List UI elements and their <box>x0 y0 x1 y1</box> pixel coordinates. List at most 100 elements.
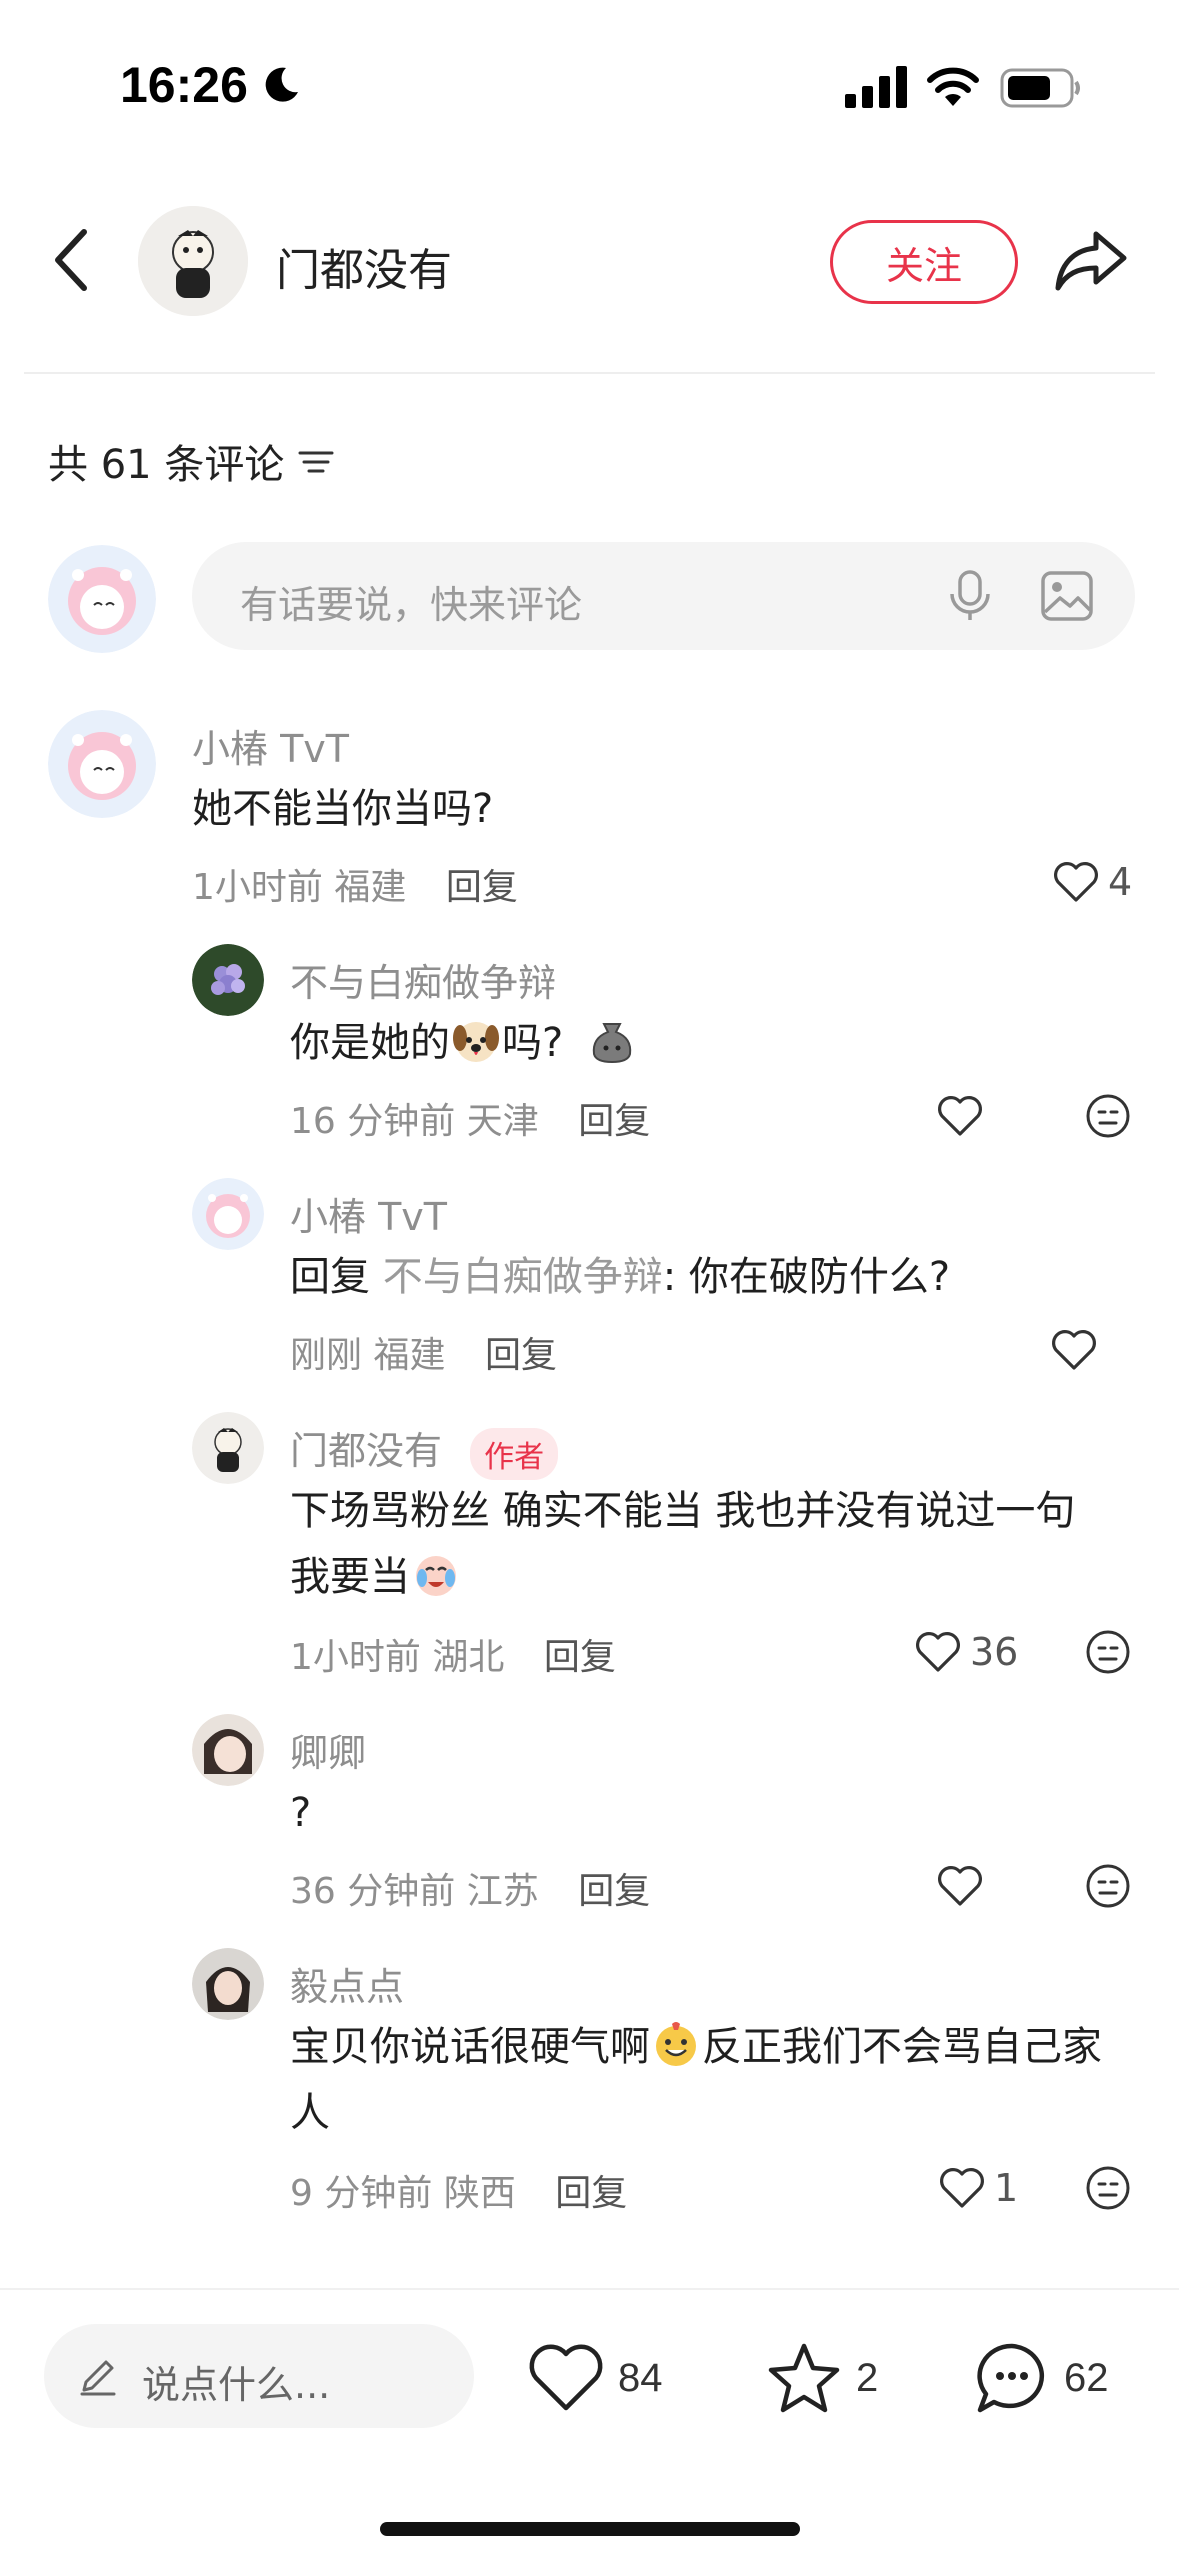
status-bar: 16:26 <box>0 0 1179 150</box>
comment-time: 9 分钟前 <box>290 2173 433 2214</box>
commenter-name[interactable]: 门都没有 <box>290 1429 442 1473</box>
like-button[interactable] <box>936 1856 984 1916</box>
commenter-avatar[interactable] <box>48 710 156 818</box>
comment-text: 你是她的 吗? <box>290 1010 638 1076</box>
post-comment-button[interactable]: 62 <box>972 2330 1109 2426</box>
like-count: 1 <box>994 2166 1019 2210</box>
post-favorite-count: 2 <box>856 2355 879 2400</box>
avatar-image <box>192 1412 264 1484</box>
comment-time: 1小时前 <box>290 1637 421 1678</box>
mic-icon[interactable] <box>944 568 996 624</box>
post-like-count: 84 <box>618 2355 663 2400</box>
like-button[interactable] <box>936 1086 984 1146</box>
comment-time: 36 分钟前 <box>290 1871 456 1912</box>
commenter-avatar[interactable] <box>192 1714 264 1786</box>
dislike-icon[interactable] <box>1084 1862 1132 1910</box>
reply-button[interactable]: 回复 <box>555 2173 627 2214</box>
comment-text-part: 宝贝你说话很硬气啊 <box>290 2024 650 2070</box>
follow-button[interactable]: 关注 <box>830 220 1018 304</box>
commenter-name[interactable]: 小椿 TvT <box>290 1186 447 1241</box>
comment-time: 16 分钟前 <box>290 1101 456 1142</box>
back-icon[interactable] <box>44 220 100 300</box>
comment-text-part: 反正我们不会骂自己家 <box>702 2024 1102 2070</box>
grin-emoji <box>656 2022 696 2066</box>
heart-icon <box>938 1096 982 1136</box>
heart-icon <box>1052 1330 1096 1370</box>
say-something-input[interactable]: 说点什么... <box>44 2324 474 2428</box>
header-divider <box>24 372 1155 374</box>
reply-button[interactable]: 回复 <box>485 1335 557 1376</box>
like-count: 4 <box>1108 860 1133 904</box>
commenter-name[interactable]: 小椿 TvT <box>192 718 349 773</box>
heart-icon <box>940 2168 984 2208</box>
home-indicator[interactable] <box>380 2522 800 2536</box>
author-badge: 作者 <box>470 1427 559 1480</box>
moon-icon <box>265 67 298 102</box>
avatar-image <box>192 1178 264 1250</box>
comment-text-line: 宝贝你说话很硬气啊 反正我们不会骂自己家 <box>290 2014 1102 2080</box>
sack-emoji <box>592 1023 632 1064</box>
star-icon <box>768 2343 840 2413</box>
my-avatar <box>48 545 156 653</box>
heart-icon <box>1054 862 1098 902</box>
author-avatar[interactable] <box>138 206 248 316</box>
comment-location: 福建 <box>334 867 407 908</box>
dislike-icon[interactable] <box>1084 1628 1132 1676</box>
reply-button[interactable]: 回复 <box>578 1101 650 1142</box>
like-button[interactable]: 4 <box>1052 852 1132 912</box>
dislike-icon[interactable] <box>1084 2164 1132 2212</box>
like-button[interactable] <box>1050 1320 1098 1380</box>
like-button[interactable]: 36 <box>914 1622 1018 1682</box>
like-button[interactable]: 1 <box>938 2158 1018 2218</box>
comment-text-line: 下场骂粉丝 确实不能当 我也并没有说过一句 <box>290 1488 1076 1534</box>
comment-location: 湖北 <box>432 1637 505 1678</box>
dog-emoji <box>453 1022 499 1062</box>
reply-prefix: 回复 <box>290 1254 370 1300</box>
heart-icon <box>529 2344 603 2411</box>
avatar-image <box>192 1714 264 1786</box>
commenter-name[interactable]: 不与白痴做争辩 <box>290 952 556 1007</box>
comment-text-part: 你是她的 <box>290 1020 450 1066</box>
comment-meta: 16 分钟前 天津 回复 <box>290 1092 650 1144</box>
post-like-button[interactable]: 84 <box>526 2330 663 2426</box>
say-something-placeholder: 说点什么... <box>142 2363 331 2407</box>
comment-text-part: 我要当 <box>290 1554 410 1600</box>
commenter-avatar[interactable] <box>192 944 264 1016</box>
reply-button[interactable]: 回复 <box>446 867 518 908</box>
comment-time: 刚刚 <box>290 1335 363 1376</box>
avatar-image <box>192 944 264 1016</box>
sort-icon[interactable] <box>296 441 336 481</box>
comment-location: 江苏 <box>466 1871 539 1912</box>
post-favorite-button[interactable]: 2 <box>764 2330 878 2426</box>
post-comment-count: 62 <box>1064 2355 1109 2400</box>
avatar-image <box>48 545 156 653</box>
dislike-icon[interactable] <box>1084 1092 1132 1140</box>
reply-target-name[interactable]: 不与白痴做争辩 <box>383 1254 663 1300</box>
header: 门都没有 关注 <box>0 190 1179 330</box>
reply-button[interactable]: 回复 <box>578 1871 650 1912</box>
commenter-avatar[interactable] <box>192 1412 264 1484</box>
bottom-bar: 说点什么... 84 2 62 <box>0 2288 1179 2556</box>
comment-text: 回复 不与白痴做争辩: 你在破防什么? <box>290 1244 950 1310</box>
commenter-name[interactable]: 卿卿 <box>290 1722 366 1777</box>
commenter-avatar[interactable] <box>192 1178 264 1250</box>
comment-text-part: 吗? <box>502 1020 564 1066</box>
share-icon[interactable] <box>1054 226 1130 296</box>
comment-meta: 刚刚 福建 回复 <box>290 1326 557 1378</box>
comment-meta: 1小时前 湖北 回复 <box>290 1628 616 1680</box>
comment-text-line: 我要当 <box>290 1544 462 1610</box>
comment-input[interactable]: 有话要说，快来评论 <box>192 542 1135 650</box>
comment-location: 陕西 <box>443 2173 516 2214</box>
comment-time: 1小时前 <box>192 867 323 908</box>
commenter-name[interactable]: 毅点点 <box>290 1956 404 2011</box>
comment-text-line: 人 <box>290 2090 330 2136</box>
like-count: 36 <box>970 1630 1019 1674</box>
author-name[interactable]: 门都没有 <box>276 234 452 298</box>
comment-input-placeholder: 有话要说，快来评论 <box>240 583 583 627</box>
comment-count-row[interactable]: 共 61 条评论 <box>48 432 336 490</box>
image-icon[interactable] <box>1040 570 1094 622</box>
comment-meta: 36 分钟前 江苏 回复 <box>290 1862 650 1914</box>
comment-meta: 9 分钟前 陕西 回复 <box>290 2164 627 2216</box>
commenter-avatar[interactable] <box>192 1948 264 2020</box>
reply-button[interactable]: 回复 <box>544 1637 616 1678</box>
